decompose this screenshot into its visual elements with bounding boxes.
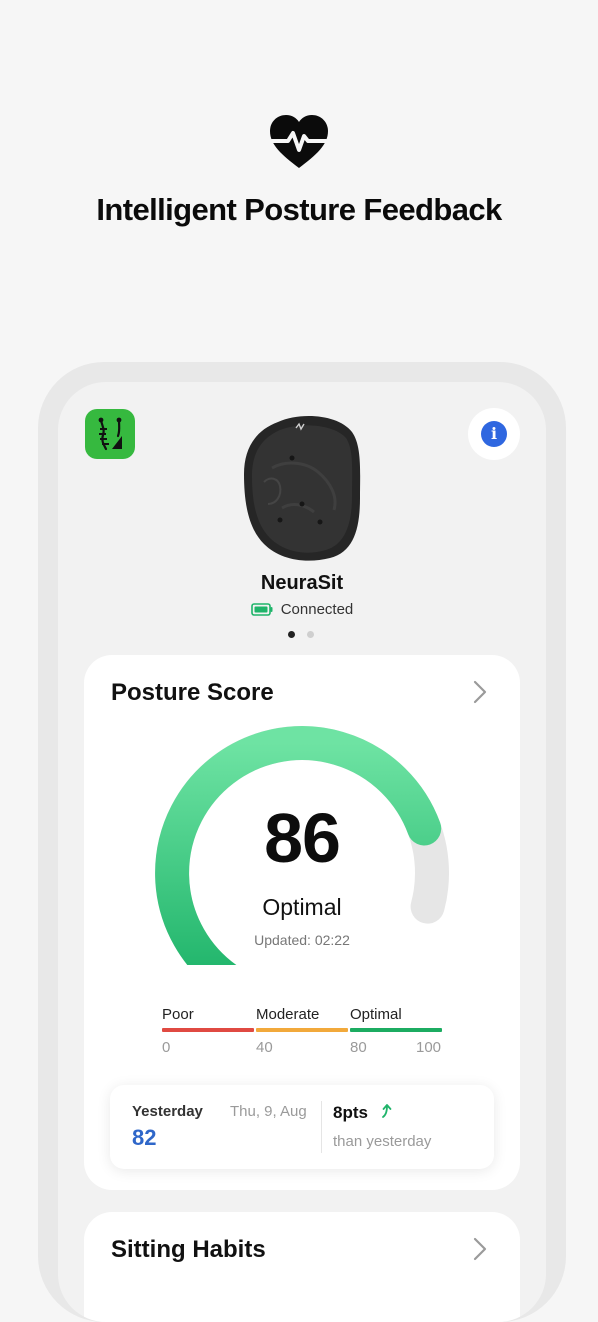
scale-tick: 100 bbox=[416, 1039, 442, 1056]
comparison-date: Thu, 9, Aug bbox=[230, 1103, 307, 1120]
scale-label-optimal: Optimal bbox=[350, 1006, 402, 1023]
comparison-caption: than yesterday bbox=[333, 1133, 432, 1150]
scale-bar-moderate bbox=[256, 1028, 348, 1032]
battery-full-icon bbox=[250, 603, 273, 616]
phone-screen: i NeuraSit Connected Posture Score 86 Op… bbox=[58, 382, 546, 1322]
device-image bbox=[244, 416, 361, 561]
app-logo[interactable] bbox=[85, 409, 135, 459]
sitting-habits-title: Sitting Habits bbox=[111, 1236, 266, 1263]
scale-bar-poor bbox=[162, 1028, 254, 1032]
scale-tick: 40 bbox=[256, 1039, 273, 1056]
posture-score-title: Posture Score bbox=[111, 679, 274, 706]
info-icon: i bbox=[481, 421, 507, 447]
sitting-habits-card[interactable]: Sitting Habits bbox=[84, 1212, 520, 1322]
scale-tick: 0 bbox=[162, 1039, 171, 1056]
comparison-value: 82 bbox=[132, 1125, 157, 1150]
headline: Intelligent Posture Feedback bbox=[96, 192, 502, 227]
spine-posture-icon bbox=[98, 417, 122, 451]
heart-pulse-icon bbox=[270, 115, 328, 168]
score-label: Optimal bbox=[262, 894, 342, 920]
page-dot-active[interactable] bbox=[288, 631, 295, 638]
device-name: NeuraSit bbox=[260, 572, 344, 594]
updated-time: Updated: 02:22 bbox=[254, 932, 350, 948]
scale-label-poor: Poor bbox=[162, 1006, 194, 1023]
divider bbox=[321, 1101, 322, 1153]
trend-up-icon bbox=[382, 1104, 392, 1118]
info-button[interactable]: i bbox=[468, 408, 520, 460]
comparison-delta: 8pts bbox=[333, 1103, 368, 1122]
connection-status-label: Connected bbox=[280, 601, 354, 618]
chevron-right-icon[interactable] bbox=[466, 679, 492, 705]
posture-score-card[interactable]: Posture Score 86 Optimal Updated: 02:22 … bbox=[84, 655, 520, 1190]
connection-status: Connected bbox=[58, 601, 546, 618]
score-value: 86 bbox=[264, 799, 341, 877]
comparison-label: Yesterday bbox=[132, 1103, 203, 1120]
scale-label-moderate: Moderate bbox=[256, 1006, 320, 1023]
score-scale: Poor Moderate Optimal 0 40 80 100 bbox=[162, 1006, 444, 1056]
yesterday-comparison[interactable]: Yesterday Thu, 9, Aug 82 8pts than yeste… bbox=[110, 1085, 494, 1169]
scale-bar-optimal bbox=[350, 1028, 442, 1032]
scale-tick: 80 bbox=[350, 1039, 367, 1056]
page-dot[interactable] bbox=[307, 631, 314, 638]
chevron-right-icon[interactable] bbox=[466, 1236, 492, 1262]
